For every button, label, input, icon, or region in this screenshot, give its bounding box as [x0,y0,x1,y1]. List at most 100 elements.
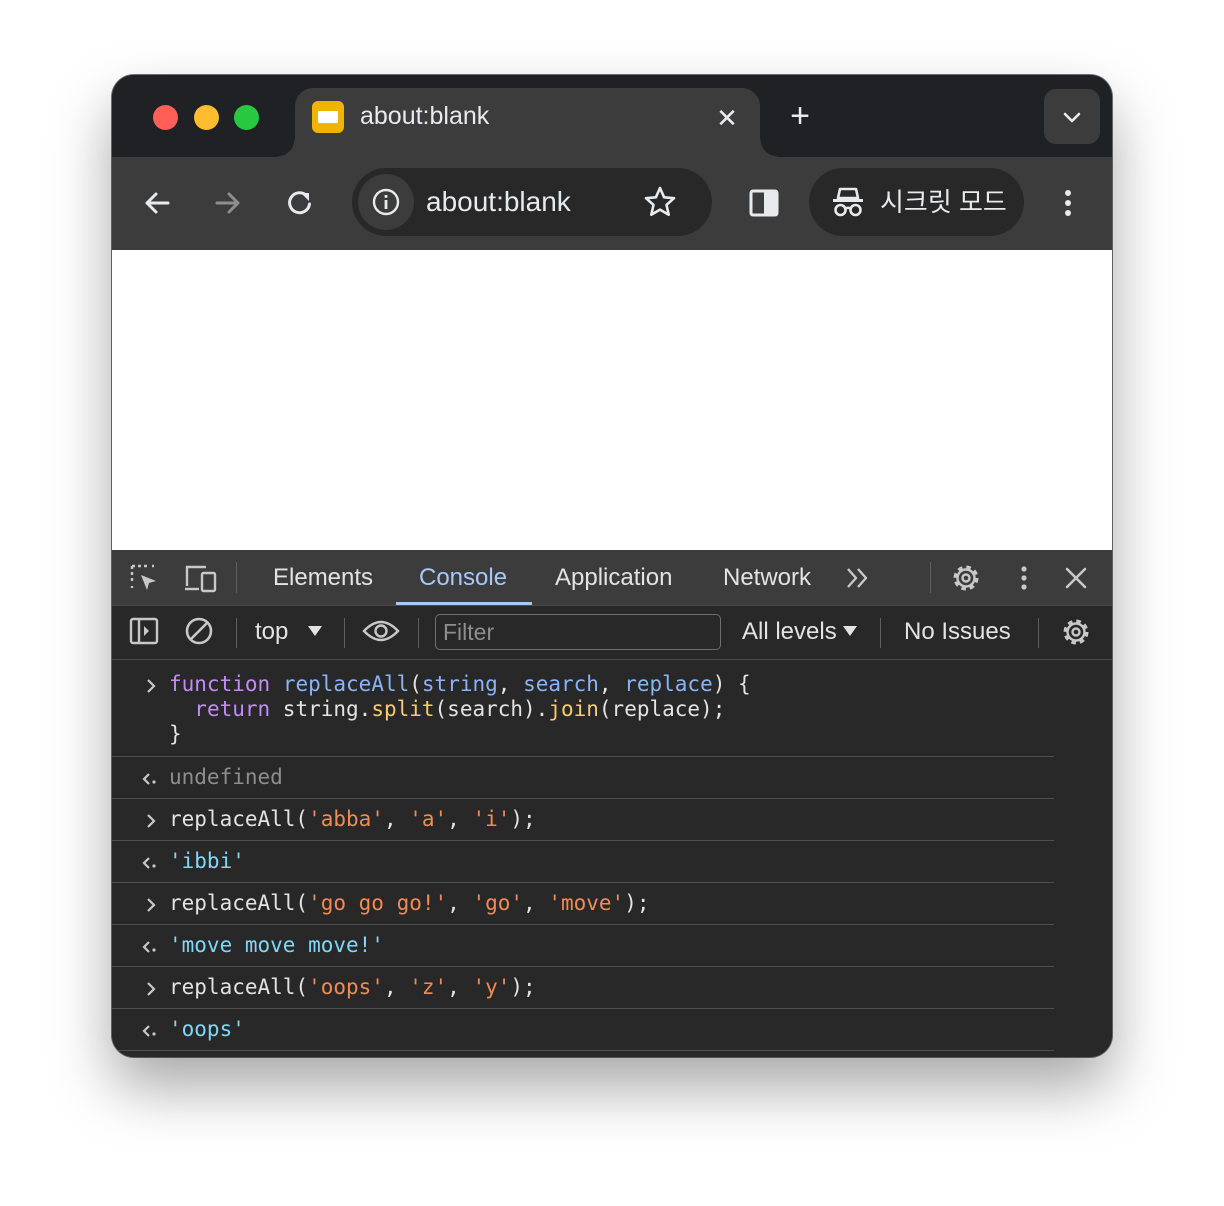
side-panel-button[interactable] [744,183,784,223]
console-result-entry[interactable]: 'oops' [112,1009,1054,1051]
console-input-code: replaceAll('abba', 'a', 'i'); [169,807,536,832]
code-token: string. [270,697,372,721]
console-filter-input[interactable] [435,614,721,650]
console-input-entry[interactable]: function replaceAll(string, search, repl… [112,660,1054,757]
more-tabs-button[interactable] [844,564,872,597]
code-token: ); [510,975,536,999]
page-content[interactable] [112,250,1112,550]
reload-button[interactable] [280,183,320,223]
live-expression-button[interactable] [362,616,400,651]
result-arrow-icon [142,941,156,953]
divider [236,618,237,648]
context-selector[interactable]: top [255,616,288,648]
code-token: , [447,891,473,915]
site-info-button[interactable] [358,174,414,230]
code-token: replaceAll( [169,975,309,999]
code-token: ) { [712,672,751,696]
result-arrow-icon [142,857,156,869]
clear-console-button[interactable] [184,616,214,651]
tab-application[interactable]: Application [555,550,672,605]
code-token: function [169,672,271,696]
tab-console[interactable]: Console [419,550,507,605]
more-vert-icon [1021,566,1027,590]
tab-close-icon[interactable]: ✕ [712,103,742,133]
tab-title: about:blank [360,102,490,130]
console-input-entry[interactable]: replaceAll('go go go!', 'go', 'move'); [112,883,1054,925]
close-window-button[interactable] [153,105,178,130]
divider [880,618,881,648]
url-text[interactable]: about:blank [426,184,571,220]
inspect-icon [130,564,156,590]
devtools-tab-bar: Elements Console Application Network [112,550,1112,606]
input-prompt-icon [147,982,156,996]
incognito-indicator[interactable]: 시크릿 모드 [809,168,1024,236]
close-icon [1065,567,1087,589]
log-levels-dropdown[interactable]: All levels [742,616,837,648]
console-settings-button[interactable] [1060,616,1092,653]
code-token: , [383,807,410,831]
incognito-label: 시크릿 모드 [880,187,1007,217]
device-toolbar-button[interactable] [184,562,218,599]
minimize-window-button[interactable] [194,105,219,130]
eye-icon [362,620,400,642]
levels-dropdown-icon[interactable] [843,626,857,636]
browser-window: about:blank ✕ + about:blank 시크릿 모드 Eleme… [112,75,1112,1057]
zoom-window-button[interactable] [234,105,259,130]
close-devtools-button[interactable] [1060,562,1092,599]
devtools-settings-button[interactable] [950,562,982,599]
code-token: 'go' [472,891,524,915]
tab-search-button[interactable] [1044,89,1100,144]
page-favicon [312,101,344,133]
code-token: , [447,975,473,999]
forward-icon [215,192,240,214]
code-token: replaceAll( [169,807,309,831]
divider [344,618,345,648]
bookmark-button[interactable] [642,184,678,225]
result-arrow-icon [142,1025,156,1037]
device-icon [185,565,217,593]
code-token: 'move' [548,891,625,915]
back-button[interactable] [137,183,177,223]
divider [236,562,237,593]
code-token: ); [510,807,536,831]
inspect-element-button[interactable] [128,562,160,599]
forward-button[interactable] [208,183,248,223]
code-token: } [169,722,182,746]
input-prompt-icon [147,898,156,912]
divider [930,562,931,593]
context-dropdown-icon[interactable] [308,626,322,636]
code-token: 'a' [409,807,448,831]
reload-icon [288,191,311,215]
console-sidebar-button[interactable] [129,616,159,651]
code-token: 'z' [409,975,448,999]
code-token: 'go go go!' [308,891,448,915]
gear-icon [953,565,979,591]
code-token: , [598,672,625,696]
browser-menu-button[interactable] [1048,183,1088,223]
browser-tab[interactable]: about:blank ✕ [277,88,778,157]
code-token: , [523,891,549,915]
code-token: , [497,672,524,696]
code-token: join [548,697,599,721]
address-bar[interactable]: about:blank [352,168,712,236]
code-token: 'abba' [308,807,384,831]
console-result-entry[interactable]: 'ibbi' [112,841,1054,883]
console-result-entry[interactable]: undefined [112,757,1054,799]
console-input-entry[interactable]: replaceAll('oops', 'z', 'y'); [112,967,1054,1009]
console-messages[interactable]: function replaceAll(string, search, repl… [112,660,1112,1051]
new-tab-button[interactable]: + [784,99,816,133]
code-token: replaceAll( [169,891,309,915]
issues-counter[interactable]: No Issues [904,616,1011,648]
tab-elements[interactable]: Elements [273,550,373,605]
code-token: replace [624,672,713,696]
side-panel-icon [749,189,779,217]
back-icon [145,192,170,214]
console-result-value: 'oops' [169,1017,245,1042]
console-result-entry[interactable]: 'move move move!' [112,925,1054,967]
tab-network[interactable]: Network [723,550,811,605]
console-input-entry[interactable]: replaceAll('abba', 'a', 'i'); [112,799,1054,841]
code-token: replaceAll [282,672,410,696]
devtools-menu-button[interactable] [1008,562,1040,599]
code-token: 'y' [472,975,511,999]
